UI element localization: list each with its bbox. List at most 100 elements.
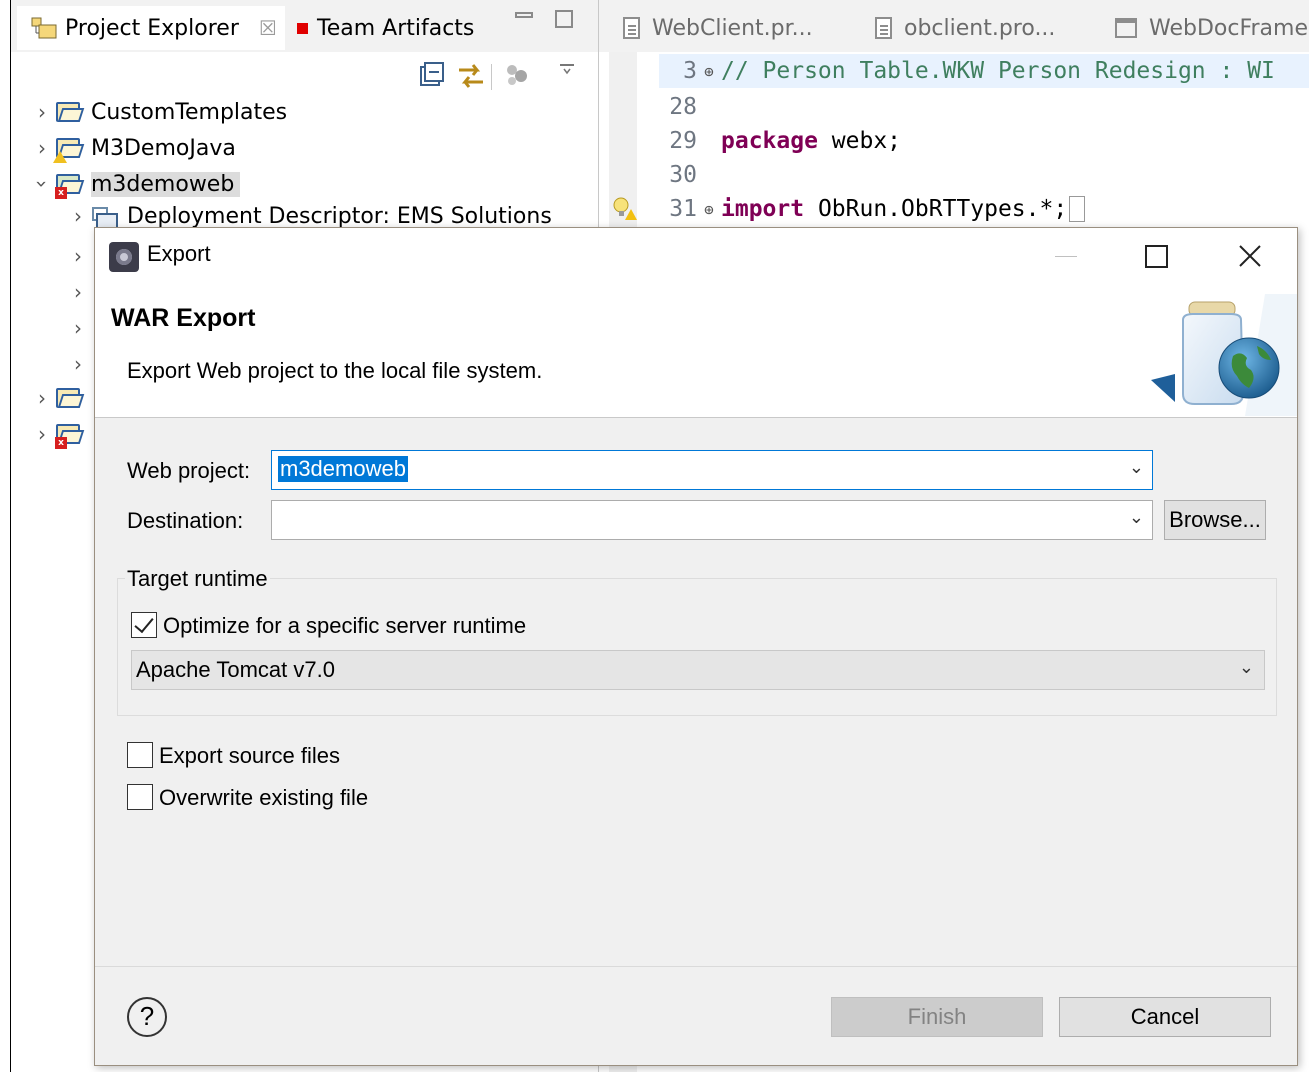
- line-number: 29: [669, 128, 697, 154]
- tab-team-artifacts[interactable]: Team Artifacts: [293, 8, 474, 48]
- tree-chevron-hidden[interactable]: ›: [65, 238, 91, 274]
- toolbar-separator: [491, 64, 492, 90]
- explorer-toolbar: [11, 52, 599, 92]
- tab-label: obclient.pro...: [904, 15, 1056, 41]
- line-number: 3: [683, 58, 697, 84]
- chevron-right-icon[interactable]: ›: [29, 100, 55, 124]
- line-number: 30: [669, 162, 697, 188]
- tab-obclient[interactable]: obclient.pro...: [875, 8, 1055, 48]
- server-runtime-select[interactable]: Apache Tomcat v7.0 ⌄: [131, 650, 1265, 690]
- maximize-button[interactable]: [1133, 238, 1179, 274]
- tree-item-label: CustomTemplates: [91, 99, 288, 125]
- chevron-down-icon[interactable]: ⌄: [1129, 457, 1144, 478]
- tab-webclient[interactable]: WebClient.pr...: [623, 8, 813, 48]
- window-file-icon: [1115, 18, 1137, 38]
- tree-item-label: m3demoweb: [91, 171, 241, 197]
- expand-fold-icon[interactable]: ⊕: [697, 200, 721, 219]
- chevron-down-icon[interactable]: ›: [30, 171, 54, 197]
- project-folder-icon: [55, 386, 85, 410]
- code-line[interactable]: 30: [659, 158, 721, 192]
- overwrite-checkbox[interactable]: [127, 784, 153, 810]
- web-project-value: m3demoweb: [278, 456, 408, 482]
- tree-item-partial[interactable]: ›: [29, 380, 91, 416]
- project-explorer-icon: [31, 17, 57, 39]
- cancel-button[interactable]: Cancel: [1059, 997, 1271, 1037]
- line-number: 28: [669, 94, 697, 120]
- wizard-banner: WAR Export Export Web project to the loc…: [95, 284, 1297, 418]
- optimize-runtime-label[interactable]: Optimize for a specific server runtime: [163, 613, 526, 639]
- line-number: 31: [669, 196, 697, 222]
- collapse-all-icon[interactable]: [419, 62, 445, 92]
- web-project-label: Web project:: [127, 458, 251, 483]
- tab-project-explorer-label: Project Explorer: [65, 15, 239, 41]
- help-icon[interactable]: ?: [127, 997, 167, 1037]
- code-comment: // Person Table.WKW Person Redesign : WI: [721, 58, 1275, 84]
- tree-item-m3demoweb[interactable]: › x m3demoweb: [29, 166, 241, 202]
- tree-item-label: Deployment Descriptor: EMS Solutions: [127, 204, 552, 227]
- project-folder-error-icon: x: [55, 422, 85, 449]
- close-icon[interactable]: [1227, 238, 1273, 274]
- code-line[interactable]: 3 ⊕ // Person Table.WKW Person Redesign …: [659, 54, 1309, 88]
- target-runtime-group: [117, 578, 1277, 716]
- code-line[interactable]: 29 package webx;: [659, 124, 901, 158]
- tab-label: WebClient.pr...: [652, 15, 813, 41]
- code-line[interactable]: 31 ⊕ import ObRun.ObRTTypes.*;: [659, 192, 1086, 226]
- collapsed-region-marker[interactable]: [1069, 196, 1086, 222]
- tab-project-explorer[interactable]: Project Explorer ☒: [17, 6, 285, 50]
- link-with-editor-icon[interactable]: [455, 62, 487, 94]
- tab-label: WebDocFrame.: [1149, 15, 1309, 41]
- chevron-right-icon[interactable]: ›: [29, 422, 55, 446]
- wizard-page-description: Export Web project to the local file sys…: [127, 358, 543, 383]
- team-artifacts-icon: [297, 22, 308, 34]
- close-tab-icon[interactable]: ☒: [259, 16, 277, 40]
- tree-item-label: M3DemoJava: [91, 135, 236, 161]
- overwrite-label[interactable]: Overwrite existing file: [159, 785, 368, 811]
- minimize-view-button[interactable]: [515, 12, 533, 18]
- server-runtime-value: Apache Tomcat v7.0: [136, 657, 335, 682]
- maximize-view-button[interactable]: [555, 10, 573, 28]
- code-line[interactable]: 28: [659, 90, 721, 124]
- export-source-label[interactable]: Export source files: [159, 743, 340, 769]
- tree-chevron-hidden[interactable]: ›: [65, 274, 91, 310]
- tree-chevron-hidden[interactable]: ›: [65, 310, 91, 346]
- destination-combo[interactable]: ⌄: [271, 500, 1153, 540]
- destination-label: Destination:: [127, 508, 244, 533]
- minimize-button[interactable]: [1043, 238, 1089, 274]
- tree-item-m3demojava[interactable]: › M3DemoJava: [29, 130, 236, 166]
- expand-fold-icon[interactable]: ⊕: [697, 62, 721, 81]
- code-text: ObRun.ObRTTypes.*;: [804, 196, 1068, 222]
- optimize-runtime-checkbox[interactable]: [131, 612, 157, 638]
- browse-button[interactable]: Browse...: [1164, 500, 1266, 540]
- tree-item-customtemplates[interactable]: › CustomTemplates: [29, 94, 287, 130]
- tab-team-artifacts-label: Team Artifacts: [317, 15, 475, 41]
- footer-separator: [95, 966, 1297, 967]
- select-working-set-icon[interactable]: [503, 62, 533, 92]
- tree-item-partial[interactable]: › x: [29, 416, 91, 452]
- code-keyword: import: [721, 196, 805, 222]
- tree-item-deployment-descriptor[interactable]: › Deployment Descriptor: EMS Solutions: [65, 202, 552, 227]
- dialog-title: Export: [147, 241, 211, 266]
- chevron-right-icon[interactable]: ›: [29, 386, 55, 410]
- finish-button[interactable]: Finish: [831, 997, 1043, 1037]
- project-folder-warning-icon: [53, 136, 85, 163]
- editor-tab-bar: WebClient.pr... obclient.pro... WebDocFr…: [599, 0, 1309, 52]
- web-project-combo[interactable]: m3demoweb ⌄: [271, 450, 1153, 490]
- tree-chevron-hidden[interactable]: ›: [65, 346, 91, 382]
- dialog-titlebar[interactable]: Export: [95, 228, 1297, 284]
- chevron-right-icon[interactable]: ›: [65, 204, 91, 227]
- tab-webdocframe[interactable]: WebDocFrame.: [1115, 8, 1309, 48]
- view-menu-icon[interactable]: [557, 62, 577, 81]
- chevron-down-icon[interactable]: ⌄: [1129, 507, 1144, 528]
- properties-file-icon: [623, 17, 640, 39]
- wizard-page-title: WAR Export: [111, 304, 256, 332]
- export-source-checkbox[interactable]: [127, 742, 153, 768]
- eclipse-app-icon: [109, 242, 139, 272]
- chevron-right-icon[interactable]: ›: [29, 136, 55, 160]
- deployment-descriptor-icon: [91, 206, 121, 227]
- code-keyword: package: [721, 128, 818, 154]
- war-export-jar-globe-icon: [1145, 294, 1297, 416]
- chevron-down-icon[interactable]: ⌄: [1239, 657, 1254, 678]
- project-folder-icon: [55, 100, 85, 124]
- quick-fix-warning-icon[interactable]: [611, 196, 637, 226]
- web-project-error-icon: x: [55, 172, 85, 199]
